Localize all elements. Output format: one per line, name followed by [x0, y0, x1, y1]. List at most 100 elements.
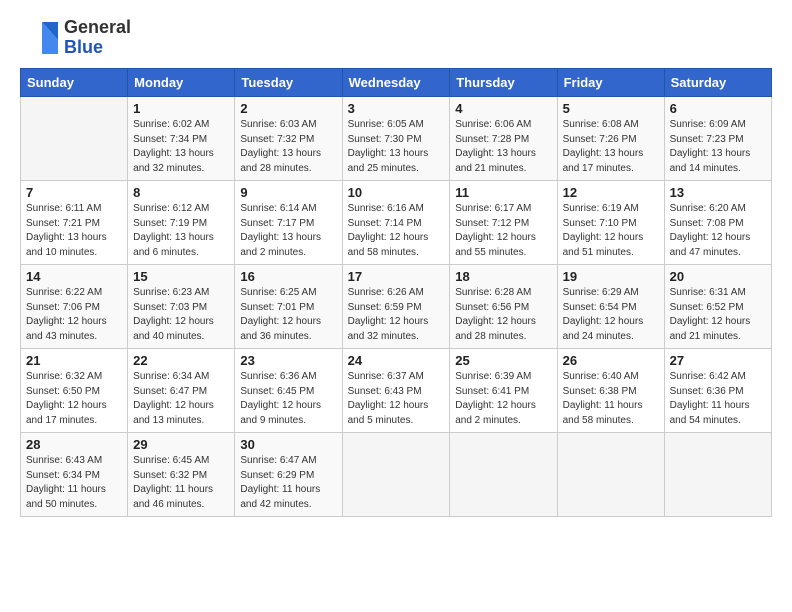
calendar-cell: 11 Sunrise: 6:17 AM Sunset: 7:12 PM Dayli… [450, 181, 557, 265]
day-number: 9 [240, 185, 336, 200]
calendar-cell: 3 Sunrise: 6:05 AM Sunset: 7:30 PM Daylig… [342, 97, 450, 181]
day-number: 26 [563, 353, 659, 368]
day-number: 17 [348, 269, 445, 284]
cell-content: Sunrise: 6:26 AM Sunset: 6:59 PM Dayligh… [348, 286, 445, 344]
calendar-week-3: 14 Sunrise: 6:22 AM Sunset: 7:06 PM Dayli… [21, 265, 772, 349]
day-number: 10 [348, 185, 445, 200]
cell-content: Sunrise: 6:28 AM Sunset: 6:56 PM Dayligh… [455, 286, 551, 344]
calendar-cell: 12 Sunrise: 6:19 AM Sunset: 7:10 PM Dayli… [557, 181, 664, 265]
calendar-header: SundayMondayTuesdayWednesdayThursdayFrid… [21, 69, 772, 97]
cell-content: Sunrise: 6:34 AM Sunset: 6:47 PM Dayligh… [133, 370, 229, 428]
day-number: 23 [240, 353, 336, 368]
calendar-cell [557, 433, 664, 517]
day-number: 28 [26, 437, 122, 452]
cell-content: Sunrise: 6:20 AM Sunset: 7:08 PM Dayligh… [670, 202, 766, 260]
calendar-cell: 7 Sunrise: 6:11 AM Sunset: 7:21 PM Daylig… [21, 181, 128, 265]
calendar-cell: 20Sunrise: 6:31 AM Sunset: 6:52 PM Dayli… [664, 265, 771, 349]
day-number: 8 [133, 185, 229, 200]
cell-content: Sunrise: 6:02 AM Sunset: 7:34 PM Dayligh… [133, 118, 229, 176]
day-number: 2 [240, 101, 336, 116]
day-number: 29 [133, 437, 229, 452]
day-number: 11 [455, 185, 551, 200]
calendar-cell: 6 Sunrise: 6:09 AM Sunset: 7:23 PM Daylig… [664, 97, 771, 181]
cell-content: Sunrise: 6:40 AM Sunset: 6:38 PM Dayligh… [563, 370, 659, 428]
day-number: 18 [455, 269, 551, 284]
cell-content: Sunrise: 6:43 AM Sunset: 6:34 PM Dayligh… [26, 454, 122, 512]
calendar-cell: 26 Sunrise: 6:40 AM Sunset: 6:38 PM Dayli… [557, 349, 664, 433]
day-number: 24 [348, 353, 445, 368]
cell-content: Sunrise: 6:36 AM Sunset: 6:45 PM Dayligh… [240, 370, 336, 428]
cell-content: Sunrise: 6:19 AM Sunset: 7:10 PM Dayligh… [563, 202, 659, 260]
calendar-cell: 21 Sunrise: 6:32 AM Sunset: 6:50 PM Dayli… [21, 349, 128, 433]
day-number: 1 [133, 101, 229, 116]
day-number: 25 [455, 353, 551, 368]
cell-content: Sunrise: 6:29 AM Sunset: 6:54 PM Dayligh… [563, 286, 659, 344]
calendar-cell: 2 Sunrise: 6:03 AM Sunset: 7:32 PM Daylig… [235, 97, 342, 181]
cell-content: Sunrise: 6:17 AM Sunset: 7:12 PM Dayligh… [455, 202, 551, 260]
calendar-cell [450, 433, 557, 517]
cell-content: Sunrise: 6:32 AM Sunset: 6:50 PM Dayligh… [26, 370, 122, 428]
day-header-saturday: Saturday [664, 69, 771, 97]
calendar-cell [342, 433, 450, 517]
calendar-cell: 10 Sunrise: 6:16 AM Sunset: 7:14 PM Dayli… [342, 181, 450, 265]
cell-content: Sunrise: 6:12 AM Sunset: 7:19 PM Dayligh… [133, 202, 229, 260]
calendar-week-2: 7 Sunrise: 6:11 AM Sunset: 7:21 PM Daylig… [21, 181, 772, 265]
day-header-friday: Friday [557, 69, 664, 97]
calendar-cell: 8 Sunrise: 6:12 AM Sunset: 7:19 PM Daylig… [128, 181, 235, 265]
day-header-tuesday: Tuesday [235, 69, 342, 97]
day-number: 4 [455, 101, 551, 116]
day-header-wednesday: Wednesday [342, 69, 450, 97]
cell-content: Sunrise: 6:23 AM Sunset: 7:03 PM Dayligh… [133, 286, 229, 344]
calendar-cell: 18 Sunrise: 6:28 AM Sunset: 6:56 PM Dayli… [450, 265, 557, 349]
calendar-cell: 23 Sunrise: 6:36 AM Sunset: 6:45 PM Dayli… [235, 349, 342, 433]
day-header-thursday: Thursday [450, 69, 557, 97]
day-number: 21 [26, 353, 122, 368]
page-header: GeneralBlue [20, 18, 772, 58]
cell-content: Sunrise: 6:08 AM Sunset: 7:26 PM Dayligh… [563, 118, 659, 176]
logo: GeneralBlue [20, 18, 131, 58]
day-number: 19 [563, 269, 659, 284]
calendar-cell: 1 Sunrise: 6:02 AM Sunset: 7:34 PM Daylig… [128, 97, 235, 181]
calendar-week-4: 21 Sunrise: 6:32 AM Sunset: 6:50 PM Dayli… [21, 349, 772, 433]
calendar-cell: 25 Sunrise: 6:39 AM Sunset: 6:41 PM Dayli… [450, 349, 557, 433]
calendar-cell: 30Sunrise: 6:47 AM Sunset: 6:29 PM Dayli… [235, 433, 342, 517]
day-number: 27 [670, 353, 766, 368]
cell-content: Sunrise: 6:09 AM Sunset: 7:23 PM Dayligh… [670, 118, 766, 176]
cell-content: Sunrise: 6:03 AM Sunset: 7:32 PM Dayligh… [240, 118, 336, 176]
day-number: 13 [670, 185, 766, 200]
cell-content: Sunrise: 6:06 AM Sunset: 7:28 PM Dayligh… [455, 118, 551, 176]
cell-content: Sunrise: 6:14 AM Sunset: 7:17 PM Dayligh… [240, 202, 336, 260]
day-number: 12 [563, 185, 659, 200]
cell-content: Sunrise: 6:16 AM Sunset: 7:14 PM Dayligh… [348, 202, 445, 260]
cell-content: Sunrise: 6:45 AM Sunset: 6:32 PM Dayligh… [133, 454, 229, 512]
cell-content: Sunrise: 6:47 AM Sunset: 6:29 PM Dayligh… [240, 454, 336, 512]
calendar-week-5: 28 Sunrise: 6:43 AM Sunset: 6:34 PM Dayli… [21, 433, 772, 517]
day-number: 5 [563, 101, 659, 116]
calendar-cell: 9 Sunrise: 6:14 AM Sunset: 7:17 PM Daylig… [235, 181, 342, 265]
day-header-monday: Monday [128, 69, 235, 97]
calendar-cell: 16Sunrise: 6:25 AM Sunset: 7:01 PM Dayli… [235, 265, 342, 349]
calendar-body: 1 Sunrise: 6:02 AM Sunset: 7:34 PM Daylig… [21, 97, 772, 517]
day-number: 6 [670, 101, 766, 116]
calendar-cell: 19 Sunrise: 6:29 AM Sunset: 6:54 PM Dayli… [557, 265, 664, 349]
day-number: 14 [26, 269, 122, 284]
cell-content: Sunrise: 6:39 AM Sunset: 6:41 PM Dayligh… [455, 370, 551, 428]
day-number: 20 [670, 269, 766, 284]
calendar-cell: 29 Sunrise: 6:45 AM Sunset: 6:32 PM Dayli… [128, 433, 235, 517]
day-number: 3 [348, 101, 445, 116]
calendar-cell: 24Sunrise: 6:37 AM Sunset: 6:43 PM Dayli… [342, 349, 450, 433]
calendar-cell: 4 Sunrise: 6:06 AM Sunset: 7:28 PM Daylig… [450, 97, 557, 181]
logo-svg [20, 18, 60, 58]
cell-content: Sunrise: 6:05 AM Sunset: 7:30 PM Dayligh… [348, 118, 445, 176]
days-of-week-row: SundayMondayTuesdayWednesdayThursdayFrid… [21, 69, 772, 97]
logo-text-blue: Blue [64, 37, 103, 57]
calendar-cell: 27 Sunrise: 6:42 AM Sunset: 6:36 PM Dayli… [664, 349, 771, 433]
calendar-cell: 28 Sunrise: 6:43 AM Sunset: 6:34 PM Dayli… [21, 433, 128, 517]
cell-content: Sunrise: 6:22 AM Sunset: 7:06 PM Dayligh… [26, 286, 122, 344]
cell-content: Sunrise: 6:11 AM Sunset: 7:21 PM Dayligh… [26, 202, 122, 260]
calendar-cell: 15Sunrise: 6:23 AM Sunset: 7:03 PM Dayli… [128, 265, 235, 349]
cell-content: Sunrise: 6:42 AM Sunset: 6:36 PM Dayligh… [670, 370, 766, 428]
calendar-cell: 22Sunrise: 6:34 AM Sunset: 6:47 PM Dayli… [128, 349, 235, 433]
calendar-cell: 14 Sunrise: 6:22 AM Sunset: 7:06 PM Dayli… [21, 265, 128, 349]
day-number: 7 [26, 185, 122, 200]
